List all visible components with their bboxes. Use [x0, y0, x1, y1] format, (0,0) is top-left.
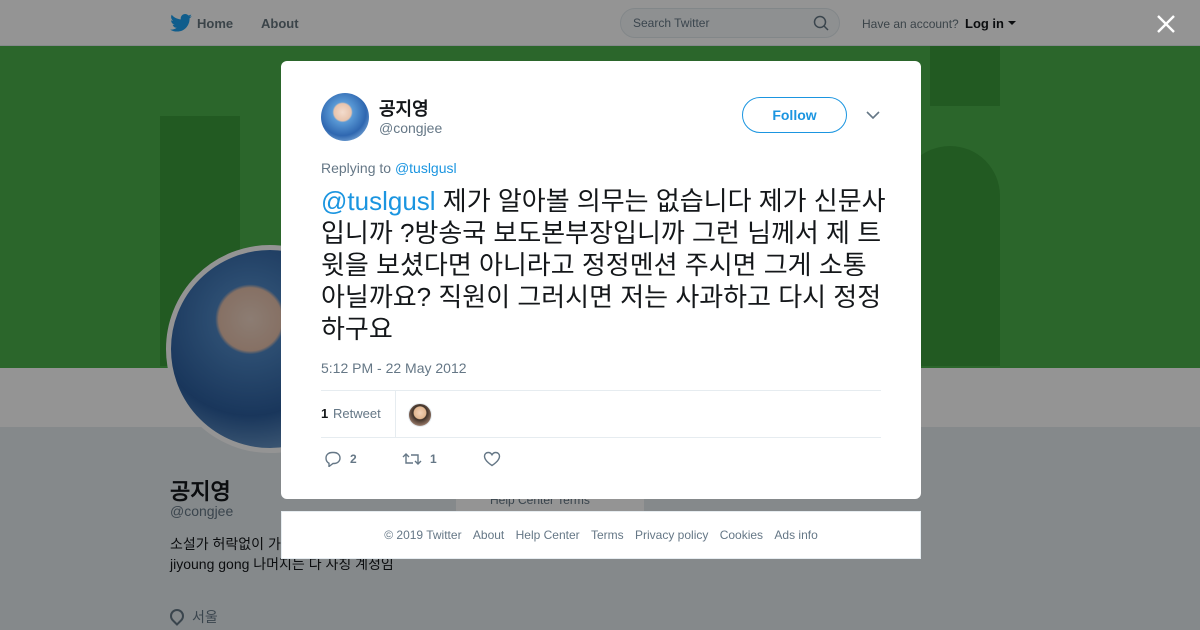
tweet-text: @tuslgusl 제가 알아볼 의무는 없습니다 제가 신문사입니까 ?방송국…	[321, 185, 886, 345]
reply-icon	[325, 451, 341, 467]
heart-icon	[483, 451, 501, 467]
retweet-count: 1	[430, 452, 437, 466]
footer-copyright: © 2019 Twitter	[384, 528, 462, 542]
retweet-action[interactable]: 1	[402, 451, 437, 469]
stat-divider	[395, 391, 396, 438]
tweet-timestamp[interactable]: 5:12 PM - 22 May 2012	[321, 360, 467, 376]
replying-to-link[interactable]: @tuslgusl	[395, 160, 457, 176]
follow-button[interactable]: Follow	[742, 97, 847, 133]
author-avatar[interactable]	[321, 93, 369, 141]
like-action[interactable]	[483, 451, 501, 469]
retweeter-avatar[interactable]	[408, 403, 432, 427]
tweet-stats: 1 Retweet	[321, 390, 881, 438]
reply-action[interactable]: 2	[324, 451, 357, 469]
author-name[interactable]: 공지영	[379, 95, 429, 121]
footer-link-help-center[interactable]: Help Center	[516, 528, 580, 542]
retweet-icon	[402, 453, 422, 465]
tweet-mention[interactable]: @tuslgusl	[321, 186, 436, 216]
author-handle[interactable]: @congjee	[379, 120, 442, 136]
footer-link-privacy[interactable]: Privacy policy	[635, 528, 708, 542]
tweet-modal: 공지영 @congjee Follow Replying to @tuslgus…	[281, 61, 921, 499]
reply-count: 2	[350, 452, 357, 466]
modal-footer: © 2019 Twitter About Help Center Terms P…	[281, 511, 921, 559]
replying-to: Replying to @tuslgusl	[321, 160, 457, 176]
retweet-stat-count[interactable]: 1	[321, 406, 328, 421]
tweet-actions: 2 1	[321, 449, 621, 471]
footer-link-cookies[interactable]: Cookies	[720, 528, 763, 542]
footer-link-about[interactable]: About	[473, 528, 504, 542]
close-icon[interactable]	[1156, 14, 1176, 34]
replying-to-prefix: Replying to	[321, 160, 392, 176]
footer-link-terms[interactable]: Terms	[591, 528, 624, 542]
retweet-stat-label[interactable]: Retweet	[333, 406, 381, 421]
footer-link-ads-info[interactable]: Ads info	[774, 528, 817, 542]
chevron-down-icon[interactable]	[866, 111, 880, 119]
